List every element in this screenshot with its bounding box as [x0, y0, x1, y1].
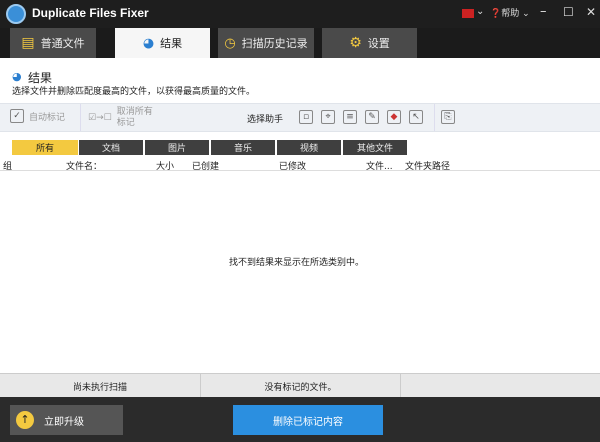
scan-status: 尚未执行扫描	[0, 374, 201, 398]
toolbar: ✓ 自动标记 ☑→☐ 取消所有标记 选择助手 ▫ ⌖ ≡ ✎ ◆ ↖ ⎘	[0, 103, 600, 132]
category-videos[interactable]: 视频	[277, 140, 341, 155]
app-logo-icon	[6, 4, 26, 24]
tab-settings[interactable]: ⚙ 设置	[322, 28, 417, 58]
column-modified[interactable]: 已修改	[279, 159, 306, 172]
delete-marked-button[interactable]: 删除已标记内容	[233, 405, 383, 435]
language-flag-icon[interactable]	[462, 9, 474, 18]
grid-icon[interactable]: ▫	[299, 110, 313, 124]
tab-regular-files[interactable]: ▤ 普通文件	[10, 28, 96, 58]
selection-assistant-label: 选择助手	[247, 115, 284, 125]
title-bar: Duplicate Files Fixer ⌄ ❓帮助 ⌄ – ☐ ✕	[0, 0, 600, 28]
category-images[interactable]: 图片	[145, 140, 209, 155]
empty-message: 找不到结果来显示在所选类别中。	[228, 258, 364, 268]
bottom-bar: ↑ 立即升级 删除已标记内容	[0, 397, 600, 442]
history-icon: ◷	[224, 35, 236, 51]
help-label: 帮助	[501, 9, 520, 19]
close-button[interactable]: ✕	[586, 5, 596, 19]
marked-status: 没有标记的文件。	[201, 374, 401, 398]
arrow-up-icon: ↑	[16, 411, 34, 429]
monitor-check-icon: ✓	[10, 109, 24, 123]
category-music[interactable]: 音乐	[211, 140, 275, 155]
help-icon: ❓	[490, 9, 502, 19]
tab-label: 扫描历史记录	[241, 37, 308, 50]
unmark-all-label: 取消所有标记	[116, 107, 153, 128]
category-all[interactable]: 所有	[12, 140, 78, 155]
upgrade-label: 立即升级	[44, 416, 84, 428]
auto-mark-button[interactable]: ✓ 自动标记	[10, 109, 65, 123]
upgrade-button[interactable]: ↑ 立即升级	[10, 405, 123, 435]
column-file-type[interactable]: 文件...	[366, 159, 393, 172]
page-description: 选择文件并删除匹配度最高的文件，以获得最高质量的文件。	[12, 87, 256, 97]
app-title: Duplicate Files Fixer	[32, 6, 149, 20]
category-documents[interactable]: 文档	[79, 140, 143, 155]
status-bar: 尚未执行扫描 没有标记的文件。	[0, 373, 600, 398]
edit-icon[interactable]: ✎	[365, 110, 379, 124]
tab-label: 结果	[160, 37, 183, 50]
category-other[interactable]: 其他文件	[343, 140, 407, 155]
unmark-icon: ☑→☐	[88, 113, 112, 123]
gear-icon: ⚙	[349, 35, 362, 51]
chevron-down-icon[interactable]: ⌄	[476, 6, 484, 17]
pie-chart-icon: ◕	[142, 35, 155, 51]
file-select-icon[interactable]: ≡	[343, 110, 357, 124]
auto-mark-label: 自动标记	[29, 112, 66, 123]
tab-label: 设置	[367, 37, 390, 50]
column-group[interactable]: 组	[3, 159, 12, 172]
column-size[interactable]: 大小	[156, 159, 174, 172]
column-created[interactable]: 已创建	[192, 159, 219, 172]
minimize-button[interactable]: –	[540, 4, 547, 19]
maximize-button[interactable]: ☐	[563, 5, 574, 19]
document-icon: ▤	[21, 35, 35, 51]
tab-label: 普通文件	[40, 37, 85, 50]
cursor-select-icon[interactable]: ↖	[409, 110, 423, 124]
tab-scan-history[interactable]: ◷ 扫描历史记录	[218, 28, 314, 58]
column-filename[interactable]: 文件名：	[66, 159, 102, 172]
column-folder-path[interactable]: 文件夹路径	[405, 159, 450, 172]
tab-results[interactable]: ◕ 结果	[115, 28, 210, 58]
eraser-icon[interactable]: ◆	[387, 110, 401, 124]
help-menu[interactable]: ❓帮助 ⌄	[490, 6, 530, 19]
location-icon[interactable]: ⌖	[321, 110, 335, 124]
unmark-all-button[interactable]: ☑→☐ 取消所有标记	[88, 107, 157, 129]
pie-chart-icon: ◕	[12, 70, 22, 83]
export-icon[interactable]: ⎘	[441, 110, 455, 124]
